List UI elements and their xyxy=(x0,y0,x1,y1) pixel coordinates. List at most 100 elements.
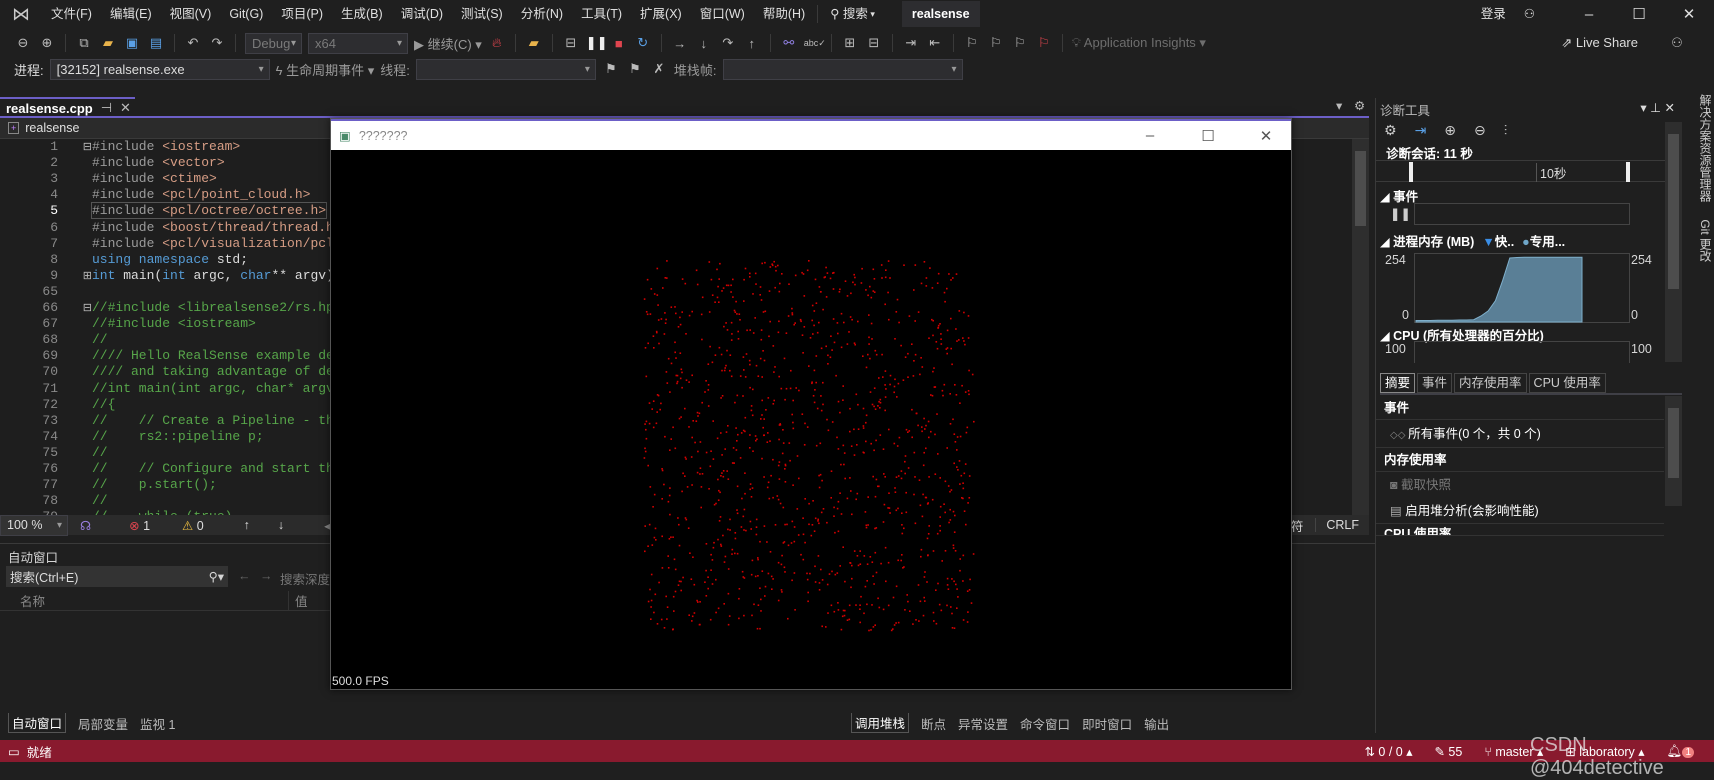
pin-icon[interactable]: ⊣ xyxy=(101,100,112,116)
save-icon[interactable]: ▣ xyxy=(123,35,141,51)
indent-icon[interactable]: ⇥ xyxy=(902,35,920,51)
tab-item[interactable]: 监视 1 xyxy=(140,714,175,733)
visual-studio-logo[interactable]: ⋈ xyxy=(0,1,42,27)
menu-item[interactable]: Git(G) xyxy=(220,1,272,27)
menu-item[interactable]: 视图(V) xyxy=(161,1,221,27)
tab-solution-explorer[interactable]: 解决方案资源管理器 xyxy=(1698,94,1712,202)
viewer-maximize-button[interactable]: ☐ xyxy=(1183,127,1233,145)
step-into-icon[interactable]: ↓ xyxy=(695,36,713,51)
new-item-icon[interactable]: ⧉ xyxy=(75,35,93,51)
intellicode-icon[interactable]: ☊ xyxy=(80,518,91,533)
close-button[interactable]: ✕ xyxy=(1664,5,1714,23)
chart-icon[interactable]: ⫶ xyxy=(1504,122,1508,139)
close-tab-icon[interactable]: ✕ xyxy=(120,100,131,116)
all-events-link[interactable]: ◇◇ 所有事件(0 个，共 0 个) xyxy=(1376,420,1664,448)
sync-button[interactable]: ⇅ 0 / 0 ▴ xyxy=(1364,744,1412,759)
redo-icon[interactable]: ↷ xyxy=(208,35,226,51)
undo-icon[interactable]: ↶ xyxy=(184,35,202,51)
feedback-icon[interactable]: ⚇ xyxy=(1668,35,1686,51)
tab-item[interactable]: 输出 xyxy=(1144,714,1169,733)
restart-icon[interactable]: ↻ xyxy=(634,35,652,51)
tab-item[interactable]: 调用堆栈 xyxy=(851,713,910,733)
lifecycle-events-button[interactable]: ϟ 生命周期事件 ▾ xyxy=(276,60,375,79)
viewer-minimize-button[interactable]: – xyxy=(1125,127,1175,144)
menu-item[interactable]: 测试(S) xyxy=(452,1,512,27)
export-icon[interactable]: ⇥ xyxy=(1415,122,1427,139)
memory-chart[interactable] xyxy=(1414,253,1630,323)
diagnostic-icon[interactable]: ⚯ xyxy=(780,35,798,51)
menu-item[interactable]: 调试(D) xyxy=(392,1,452,27)
search-back-icon[interactable]: ← xyxy=(238,569,251,583)
warning-count[interactable]: ⚠ 0 xyxy=(182,518,204,533)
process-select[interactable]: [32152] realsense.exe xyxy=(49,58,270,80)
outdent-icon[interactable]: ⇤ xyxy=(926,35,944,51)
tab-item[interactable]: 断点 xyxy=(921,714,946,733)
menu-item[interactable]: 帮助(H) xyxy=(754,1,814,27)
fold-plus-icon[interactable]: ⊞ xyxy=(58,269,92,285)
tab-item[interactable]: 事件 xyxy=(1417,373,1453,393)
events-section-header[interactable]: ◢ 事件 xyxy=(1380,186,1418,205)
tab-git-changes[interactable]: Git 更改 xyxy=(1698,219,1712,262)
fold-minus-icon[interactable]: ⊟ xyxy=(58,301,92,317)
back-icon[interactable]: ⊖ xyxy=(14,35,32,51)
heap-profiling-button[interactable]: ▤ 启用堆分析(会影响性能) xyxy=(1376,498,1664,524)
maximize-button[interactable]: ☐ xyxy=(1614,5,1664,23)
viewer-close-button[interactable]: ✕ xyxy=(1241,127,1291,145)
zoom-out-icon[interactable]: ⊖ xyxy=(1474,122,1486,139)
tab-realsense-cpp[interactable]: realsense.cpp ⊣ ✕ xyxy=(0,97,135,117)
save-all-icon[interactable]: ▤ xyxy=(147,35,165,51)
point-cloud-canvas[interactable] xyxy=(331,150,1291,689)
clear-bookmarks-icon[interactable]: ⚐ xyxy=(1035,35,1053,51)
hot-reload-icon[interactable]: 🔥︎ xyxy=(488,35,506,51)
open-folder-icon[interactable]: ▰ xyxy=(99,35,117,51)
spellcheck-icon[interactable]: abc✓ xyxy=(804,38,826,49)
prev-bookmark-icon[interactable]: ⚐ xyxy=(987,35,1005,51)
column-header-name[interactable]: 名称 xyxy=(20,591,288,610)
minimize-button[interactable]: – xyxy=(1564,6,1614,23)
forward-icon[interactable]: ⊕ xyxy=(38,35,56,51)
configuration-select[interactable]: Debug xyxy=(245,32,302,54)
fold-minus-icon[interactable]: ⊟ xyxy=(58,140,92,156)
tab-item[interactable]: 命令窗口 xyxy=(1020,714,1070,733)
folder-search-icon[interactable]: ▰ xyxy=(525,35,543,51)
memory-section-header[interactable]: ◢ 进程内存 (MB) ▼快.. ●专用... xyxy=(1380,231,1565,250)
editor-vertical-scrollbar[interactable] xyxy=(1352,139,1369,515)
search-forward-icon[interactable]: → xyxy=(260,569,273,583)
account-icon[interactable]: ⚇ xyxy=(1515,1,1544,27)
stop-icon[interactable]: ■ xyxy=(610,36,628,51)
step-out-icon[interactable]: ↑ xyxy=(743,36,761,51)
menu-item[interactable]: 窗口(W) xyxy=(691,1,754,27)
step-over-icon[interactable]: ↷ xyxy=(719,35,737,51)
tab-item[interactable]: 异常设置 xyxy=(958,714,1008,733)
pause-icon[interactable]: ❚❚ xyxy=(1390,206,1411,221)
window-layout-icon[interactable]: ⊟ xyxy=(562,35,580,51)
autos-search-input[interactable]: 搜索(Ctrl+E) ⚲▾ xyxy=(6,566,228,587)
zoom-in-icon[interactable]: ⊕ xyxy=(1444,122,1456,139)
next-issue-icon[interactable]: ↓ xyxy=(278,518,284,532)
continue-button[interactable]: ▶ 继续(C) ▾ xyxy=(414,34,482,53)
timeline-end-handle[interactable] xyxy=(1626,162,1630,182)
error-count[interactable]: ⊗ 1 xyxy=(129,518,150,533)
line-ending-setting[interactable]: CRLF xyxy=(1315,518,1369,532)
tab-item[interactable]: CPU 使用率 xyxy=(1528,373,1606,393)
flag-threads-icon[interactable]: ⚑ xyxy=(626,61,644,77)
thread-select[interactable] xyxy=(415,58,596,80)
platform-select[interactable]: x64 xyxy=(308,32,408,54)
flag-icon[interactable]: ⚑ xyxy=(602,61,620,77)
column-header-value[interactable]: 值 xyxy=(288,591,308,610)
search-button[interactable]: ⚲ 搜索 ▾ xyxy=(821,1,884,27)
tab-item[interactable]: 自动窗口 xyxy=(8,713,67,733)
timeline-start-handle[interactable] xyxy=(1409,162,1413,182)
tab-item[interactable]: 即时窗口 xyxy=(1082,714,1132,733)
comment-icon[interactable]: ⊞ xyxy=(841,35,859,51)
previous-issue-icon[interactable]: ↑ xyxy=(244,518,250,532)
menu-item[interactable]: 文件(F) xyxy=(42,1,101,27)
tab-item[interactable]: 内存使用率 xyxy=(1454,373,1527,393)
uncomment-icon[interactable]: ⊟ xyxy=(865,35,883,51)
menu-item[interactable]: 编辑(E) xyxy=(101,1,161,27)
settings-icon[interactable]: ⚙ xyxy=(1354,98,1365,113)
live-share-button[interactable]: ⇗ Live Share xyxy=(1561,35,1638,51)
scrollbar-thumb[interactable] xyxy=(1355,151,1366,226)
login-button[interactable]: 登录 xyxy=(1472,1,1515,27)
take-snapshot-button[interactable]: ◙ 截取快照 xyxy=(1376,472,1664,498)
